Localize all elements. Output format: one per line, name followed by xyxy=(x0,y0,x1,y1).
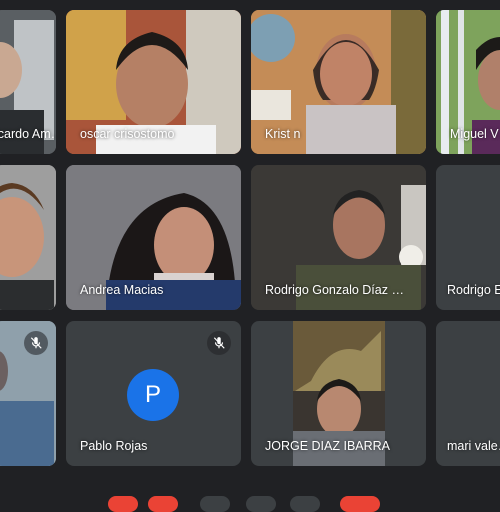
present-button[interactable] xyxy=(246,496,276,512)
muted-indicator xyxy=(207,331,231,355)
participant-name: Ricardo Am… xyxy=(0,127,56,141)
participant-tile-4[interactable]: Miguel V… xyxy=(436,10,500,154)
captions-button[interactable] xyxy=(200,496,230,512)
participant-tile-10[interactable]: P Pablo Rojas xyxy=(66,321,241,466)
participant-tile-11[interactable]: JORGE DIAZ IBARRA xyxy=(251,321,426,466)
participant-tile-3[interactable]: Krist n xyxy=(251,10,426,154)
participant-name: Andrea Macias xyxy=(80,283,164,297)
leave-call-button[interactable] xyxy=(340,496,380,512)
mic-button[interactable] xyxy=(108,496,138,512)
camera-button[interactable] xyxy=(148,496,178,512)
participant-tile-9[interactable] xyxy=(0,321,56,466)
participant-tile-2[interactable]: oscar crisostomo xyxy=(66,10,241,154)
muted-indicator xyxy=(24,331,48,355)
participant-name: oscar crisostomo xyxy=(80,127,175,141)
participant-tile-7[interactable]: Rodrigo Gonzalo Díaz … xyxy=(251,165,426,310)
participant-name: JORGE DIAZ IBARRA xyxy=(265,439,391,453)
participant-tile-1[interactable]: Ricardo Am… xyxy=(0,10,56,154)
mic-off-icon xyxy=(213,337,225,349)
participant-name: Rodrigo Gonzalo Díaz … xyxy=(265,283,404,297)
participant-name: Rodrigo E… xyxy=(447,283,500,297)
video-feed xyxy=(0,165,56,310)
participant-tile-8[interactable]: Rodrigo E… xyxy=(436,165,500,310)
participant-tile-5[interactable] xyxy=(0,165,56,310)
participant-name: Krist n xyxy=(265,127,301,141)
participant-name: mari vale… xyxy=(447,439,500,453)
participant-name: Miguel V… xyxy=(450,127,500,141)
participant-name: Pablo Rojas xyxy=(80,439,148,453)
avatar: P xyxy=(127,369,179,421)
participant-tile-6[interactable]: Andrea Macias xyxy=(66,165,241,310)
mic-off-icon xyxy=(30,337,42,349)
participant-tile-12[interactable]: mari vale… xyxy=(436,321,500,466)
more-options-button[interactable] xyxy=(290,496,320,512)
